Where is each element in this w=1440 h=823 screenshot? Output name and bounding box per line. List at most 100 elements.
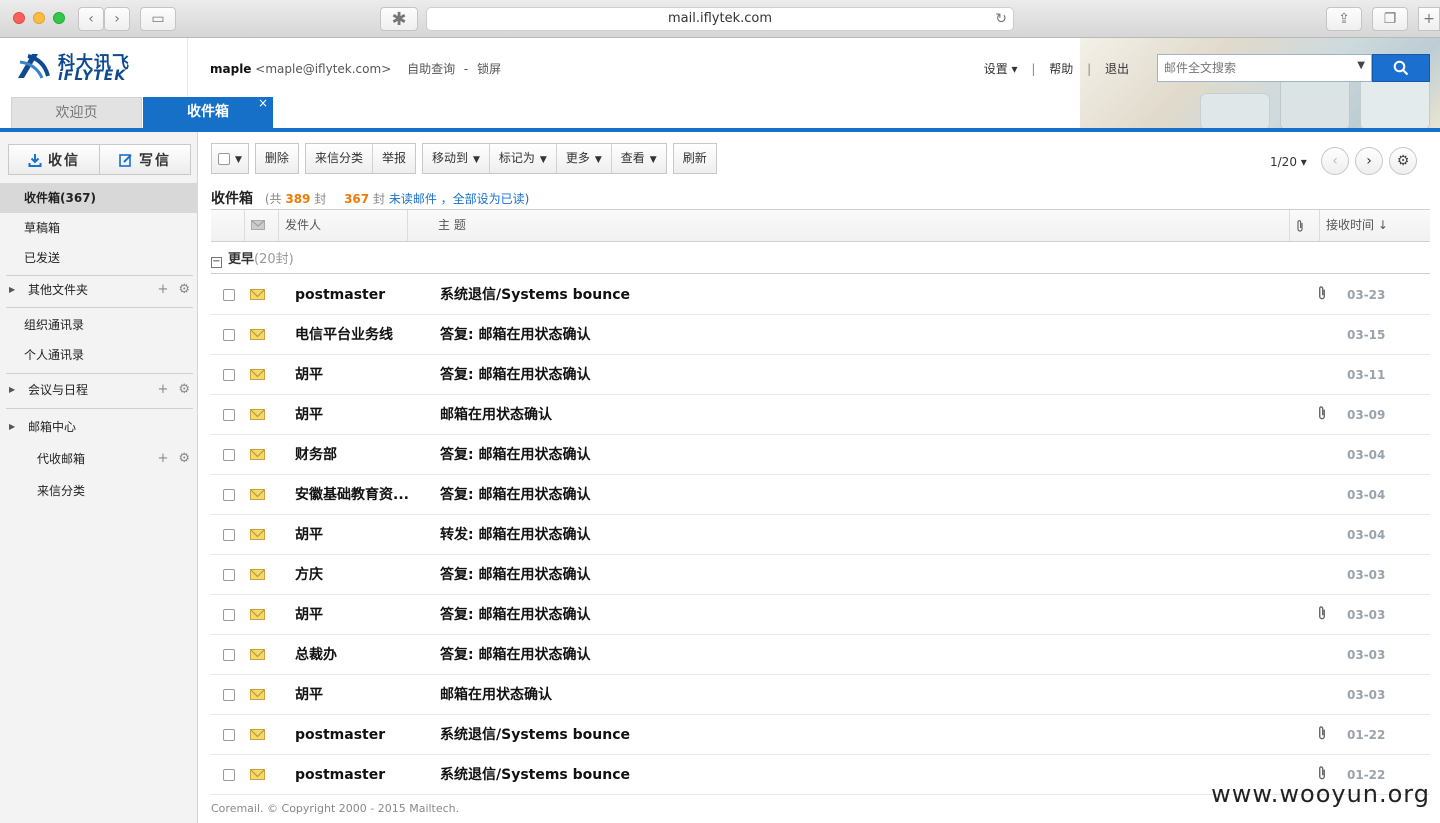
refresh-button[interactable]: 刷新 (674, 144, 716, 173)
sender[interactable]: 胡平 (295, 595, 425, 635)
expand-arrow-icon[interactable]: ▶ (9, 275, 15, 305)
subject[interactable]: 答复: 邮箱在用状态确认 (440, 635, 590, 675)
sender[interactable]: postmaster (295, 715, 425, 755)
subject[interactable]: 答复: 邮箱在用状态确认 (440, 595, 590, 635)
close-window-button[interactable] (13, 12, 25, 24)
row-checkbox[interactable] (223, 369, 235, 381)
table-row[interactable]: 电信平台业务线 答复: 邮箱在用状态确认 03-15 (211, 315, 1430, 355)
view-button[interactable]: 查看 ▼ (610, 144, 666, 173)
row-checkbox[interactable] (223, 289, 235, 301)
table-row[interactable]: 总裁办 答复: 邮箱在用状态确认 03-03 (211, 635, 1430, 675)
sender[interactable]: 胡平 (295, 675, 425, 715)
table-row[interactable]: 胡平 答复: 邮箱在用状态确认 03-11 (211, 355, 1430, 395)
report-button[interactable]: 举报 (371, 144, 415, 173)
subject-column-header[interactable]: 主 题 (408, 210, 1290, 241)
add-icon[interactable]: + (157, 382, 168, 397)
row-checkbox[interactable] (223, 729, 235, 741)
row-checkbox[interactable] (223, 329, 235, 341)
sidebar-item-other-folders[interactable]: ▶ 其他文件夹 + ⚙ (0, 275, 198, 305)
subject[interactable]: 答复: 邮箱在用状态确认 (440, 315, 590, 355)
subject[interactable]: 转发: 邮箱在用状态确认 (440, 515, 590, 555)
sender[interactable]: 胡平 (295, 515, 425, 555)
sidebar-item-inbox[interactable]: 收件箱(367) (0, 183, 198, 213)
sidebar-item-sent[interactable]: 已发送 (0, 243, 198, 273)
row-checkbox[interactable] (223, 769, 235, 781)
sidebar-item-collected-mailboxes[interactable]: 代收邮箱 + ⚙ (0, 444, 198, 474)
delete-button[interactable]: 删除 (256, 144, 298, 173)
search-scope-dropdown-icon[interactable]: ▼ (1357, 60, 1365, 71)
forward-button[interactable]: › (104, 7, 130, 31)
tab-inbox[interactable]: 收件箱 × (143, 96, 273, 128)
logout-link[interactable]: 退出 (1105, 62, 1129, 76)
select-all-checkbox[interactable] (218, 152, 230, 165)
close-tab-icon[interactable]: × (258, 88, 268, 119)
tabs-overview-icon[interactable]: ❐ (1372, 7, 1408, 31)
gear-icon[interactable]: ⚙ (178, 451, 190, 466)
search-button[interactable] (1372, 54, 1430, 82)
extension-icon[interactable]: ✱ (380, 7, 418, 31)
table-row[interactable]: 安徽基础教育资... 答复: 邮箱在用状态确认 03-04 (211, 475, 1430, 515)
row-checkbox[interactable] (223, 409, 235, 421)
expand-arrow-icon[interactable]: ▶ (9, 412, 15, 442)
row-checkbox[interactable] (223, 689, 235, 701)
sidebar-item-mail-classification[interactable]: 来信分类 (0, 476, 198, 506)
gear-icon[interactable]: ⚙ (178, 282, 190, 297)
prev-page-button[interactable]: ‹ (1321, 147, 1349, 175)
more-button[interactable]: 更多 ▼ (555, 144, 611, 173)
subject[interactable]: 系统退信/Systems bounce (440, 715, 630, 755)
row-checkbox[interactable] (223, 649, 235, 661)
subject[interactable]: 答复: 邮箱在用状态确认 (440, 435, 590, 475)
table-row[interactable]: 胡平 转发: 邮箱在用状态确认 03-04 (211, 515, 1430, 555)
sidebar-toggle-icon[interactable]: ▭ (140, 7, 176, 31)
lock-screen-link[interactable]: 锁屏 (477, 62, 501, 76)
subject[interactable]: 答复: 邮箱在用状态确认 (440, 555, 590, 595)
row-checkbox[interactable] (223, 449, 235, 461)
sidebar-item-org-contacts[interactable]: 组织通讯录 (0, 310, 198, 340)
add-icon[interactable]: + (157, 282, 168, 297)
row-checkbox[interactable] (223, 569, 235, 581)
subject[interactable]: 邮箱在用状态确认 (440, 395, 552, 435)
add-icon[interactable]: + (157, 451, 168, 466)
minimize-window-button[interactable] (33, 12, 45, 24)
subject[interactable]: 答复: 邮箱在用状态确认 (440, 355, 590, 395)
tab-welcome[interactable]: 欢迎页 (11, 97, 142, 128)
sender[interactable]: 财务部 (295, 435, 425, 475)
sender[interactable]: 安徽基础教育资... (295, 475, 425, 515)
table-row[interactable]: 胡平 答复: 邮箱在用状态确认 03-03 (211, 595, 1430, 635)
table-row[interactable]: 胡平 邮箱在用状态确认 03-09 (211, 395, 1430, 435)
attachment-column-header[interactable] (1290, 210, 1320, 241)
table-row[interactable]: postmaster 系统退信/Systems bounce 03-23 (211, 275, 1430, 315)
group-header-earlier[interactable]: − 更早(20封) (211, 248, 294, 268)
self-service-link[interactable]: 自助查询 (407, 62, 455, 76)
address-bar[interactable]: mail.iflytek.com ↻ (426, 7, 1014, 31)
new-tab-button[interactable]: + (1418, 7, 1440, 31)
row-checkbox[interactable] (223, 489, 235, 501)
sender[interactable]: 方庆 (295, 555, 425, 595)
sender[interactable]: 胡平 (295, 395, 425, 435)
gear-icon[interactable]: ⚙ (1389, 147, 1417, 175)
status-column[interactable] (245, 210, 279, 241)
mark-all-read-link[interactable]: ，全部设为已读 (441, 192, 525, 206)
table-row[interactable]: 财务部 答复: 邮箱在用状态确认 03-04 (211, 435, 1430, 475)
unread-mail-link[interactable]: 未读邮件 (389, 192, 437, 206)
receive-button[interactable]: 收信 (9, 145, 99, 174)
sender[interactable]: 胡平 (295, 355, 425, 395)
logo[interactable]: 科大讯飞 iFLYTEK (0, 38, 188, 96)
row-checkbox[interactable] (223, 609, 235, 621)
next-page-button[interactable]: › (1355, 147, 1383, 175)
received-time-column-header[interactable]: 接收时间 ↓ (1320, 210, 1430, 241)
back-button[interactable]: ‹ (78, 7, 104, 31)
sidebar-item-drafts[interactable]: 草稿箱 (0, 213, 198, 243)
table-row[interactable]: 胡平 邮箱在用状态确认 03-03 (211, 675, 1430, 715)
sender[interactable]: 电信平台业务线 (295, 315, 425, 355)
subject[interactable]: 系统退信/Systems bounce (440, 755, 630, 795)
sender[interactable]: postmaster (295, 275, 425, 315)
reload-icon[interactable]: ↻ (995, 8, 1007, 30)
share-icon[interactable]: ⇪ (1326, 7, 1362, 31)
compose-button[interactable]: 写信 (99, 145, 190, 174)
sidebar-item-mailbox-center[interactable]: ▶ 邮箱中心 (0, 412, 198, 442)
table-row[interactable]: postmaster 系统退信/Systems bounce 01-22 (211, 715, 1430, 755)
settings-menu[interactable]: 设置 ▾ (984, 62, 1018, 76)
expand-arrow-icon[interactable]: ▶ (9, 375, 15, 405)
subject[interactable]: 答复: 邮箱在用状态确认 (440, 475, 590, 515)
